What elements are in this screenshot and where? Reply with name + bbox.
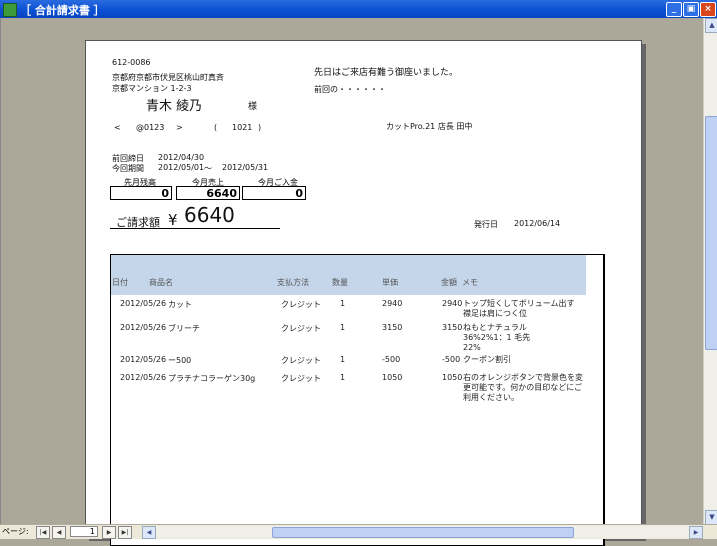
table-header: 日付 商品名 支払方法 数量 単価 金額 メモ xyxy=(111,255,586,295)
cell-price: 1050 xyxy=(382,373,403,382)
header-item: 商品名 xyxy=(149,278,173,287)
cell-memo: クーポン割引 xyxy=(463,355,511,364)
issue-date: 2012/06/14 xyxy=(514,219,561,228)
header-date: 日付 xyxy=(112,278,128,287)
header-amount: 金額 xyxy=(441,278,457,287)
detail-table: 日付 商品名 支払方法 数量 単価 金額 メモ 2012/05/26 カット ク… xyxy=(110,254,605,546)
horizontal-scroll-thumb[interactable] xyxy=(272,527,574,538)
page-label: ページ: xyxy=(2,527,29,536)
close-button[interactable]: × xyxy=(700,2,716,17)
first-page-button[interactable]: |◀ xyxy=(36,526,50,539)
navigation-bar: ページ: |◀ ◀ 1 ▶ ▶| ◀ ▶ xyxy=(0,524,717,539)
sales-value: 6640 xyxy=(176,186,240,200)
cell-amount: 2940 xyxy=(442,299,463,308)
report-viewer: 612-0086 京都府京都市伏見区桃山町真斉 京都マンション 1-2-3 青木… xyxy=(0,18,704,546)
cell-date: 2012/05/26 xyxy=(120,373,167,382)
period-label: 今回期間 xyxy=(112,164,144,173)
scroll-down-icon[interactable]: ▼ xyxy=(705,510,717,525)
page-number-input[interactable]: 1 xyxy=(70,526,98,537)
vertical-scrollbar[interactable]: ▲ ▼ xyxy=(703,18,717,525)
cell-payment: クレジット xyxy=(281,300,321,309)
greeting-line-1: 先日はご来店有難う御座いました。 xyxy=(314,68,459,78)
customer-no-close: ) xyxy=(258,123,262,132)
cell-memo: ねもとナチュラル 36%2%1：1 毛先22% xyxy=(463,323,531,352)
cell-qty: 1 xyxy=(340,373,346,382)
customer-id: @0123 xyxy=(136,123,165,132)
shop-and-manager: カットPro.21 店長 田中 xyxy=(386,122,473,131)
next-page-button[interactable]: ▶ xyxy=(102,526,116,539)
cell-item: ー500 xyxy=(168,356,192,365)
honorific: 様 xyxy=(248,102,258,112)
cell-item: カット xyxy=(168,300,192,309)
header-price: 単価 xyxy=(382,278,398,287)
maximize-button[interactable]: ▣ xyxy=(683,2,699,17)
minimize-button[interactable]: _ xyxy=(666,2,682,17)
last-close-date: 2012/04/30 xyxy=(158,153,205,162)
cell-date: 2012/05/26 xyxy=(120,355,167,364)
customer-name: 青木 綾乃 xyxy=(146,99,203,114)
cell-memo: トップ短くしてボリューム出す 襟足は肩につく位 xyxy=(463,299,575,318)
header-memo: メモ xyxy=(462,278,478,287)
period-separator: ～ xyxy=(204,164,212,173)
address-line-2: 京都マンション 1-2-3 xyxy=(112,84,192,93)
issue-date-label: 発行日 xyxy=(474,220,498,229)
vertical-scroll-thumb[interactable] xyxy=(705,116,717,350)
cell-price: 2940 xyxy=(382,299,403,308)
total-amount: 6640 xyxy=(184,203,235,227)
deposit-value: 0 xyxy=(242,186,306,200)
title-bar: ［ 合計請求書 ］ _ ▣ × xyxy=(0,0,717,18)
cell-payment: クレジット xyxy=(281,324,321,333)
scroll-left-icon[interactable]: ◀ xyxy=(142,526,156,539)
cell-date: 2012/05/26 xyxy=(120,323,167,332)
cell-amount: 1050 xyxy=(442,373,463,382)
customer-no-open: ( xyxy=(214,123,218,132)
postal-code: 612-0086 xyxy=(112,58,151,67)
header-qty: 数量 xyxy=(332,278,348,287)
window-title: ［ 合計請求書 ］ xyxy=(20,4,105,17)
cell-qty: 1 xyxy=(340,323,346,332)
customer-number: 1021 xyxy=(232,123,253,132)
cell-price: 3150 xyxy=(382,323,403,332)
cell-qty: 1 xyxy=(340,355,346,364)
cell-item: ブリーチ xyxy=(168,324,200,333)
header-payment: 支払方法 xyxy=(277,278,309,287)
currency-symbol: ¥ xyxy=(168,211,178,229)
cell-amount: 3150 xyxy=(442,323,463,332)
greeting-line-2: 前回の・・・・・・ xyxy=(314,85,386,94)
cell-payment: クレジット xyxy=(281,374,321,383)
total-underline xyxy=(110,228,280,229)
cell-date: 2012/05/26 xyxy=(120,299,167,308)
app-icon[interactable] xyxy=(3,3,17,17)
cell-payment: クレジット xyxy=(281,356,321,365)
period-from: 2012/05/01 xyxy=(158,163,205,172)
horizontal-scrollbar[interactable]: ◀ ▶ xyxy=(142,526,703,539)
scroll-up-icon[interactable]: ▲ xyxy=(705,18,717,33)
prev-page-button[interactable]: ◀ xyxy=(52,526,66,539)
period-to: 2012/05/31 xyxy=(222,163,269,172)
last-page-button[interactable]: ▶| xyxy=(118,526,132,539)
invoice-page: 612-0086 京都府京都市伏見区桃山町真斉 京都マンション 1-2-3 青木… xyxy=(85,40,642,546)
prev-balance-value: 0 xyxy=(110,186,172,200)
cell-memo: 右のオレンジボタンで背景色を変更可能です。何かの目印などにご利用ください。 xyxy=(463,373,583,402)
cell-amount: -500 xyxy=(442,355,461,364)
cell-item: プラチナコラーゲン30g xyxy=(168,374,256,383)
cell-price: -500 xyxy=(382,355,401,364)
cell-qty: 1 xyxy=(340,299,346,308)
address-line-1: 京都府京都市伏見区桃山町真斉 xyxy=(112,73,224,82)
customer-id-open: < xyxy=(114,123,121,132)
customer-id-close: > xyxy=(176,123,183,132)
scroll-right-icon[interactable]: ▶ xyxy=(689,526,703,539)
